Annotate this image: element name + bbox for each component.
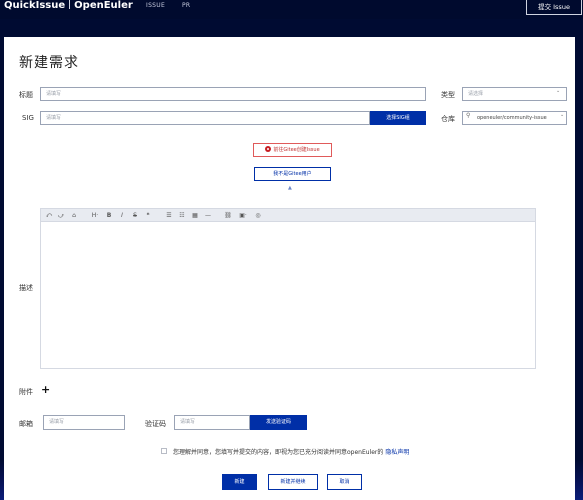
attachment-label: 附件 [19,388,33,396]
select-sig-button[interactable]: 选择SIG组 [370,111,426,125]
email-label: 邮箱 [19,420,33,428]
strikethrough-icon[interactable]: S [131,210,139,221]
table-icon[interactable]: ▦ [191,210,199,221]
create-and-continue-button[interactable]: 新建并继续 [268,474,318,490]
preview-icon[interactable]: ◎ [254,210,262,221]
ordered-list-icon[interactable]: ☷ [178,210,186,221]
brand-separator [69,0,71,9]
privacy-policy-link[interactable]: 隐私声明 [385,449,409,456]
redo-icon[interactable]: ⤻ [57,210,65,221]
horizontal-rule-icon[interactable]: — [204,210,212,221]
bold-icon[interactable]: B [105,210,113,221]
sig-label: SIG [22,114,34,122]
add-attachment-plus-icon[interactable]: + [41,384,50,395]
link-icon[interactable]: ⛓ [224,210,232,221]
create-button[interactable]: 新建 [222,474,257,490]
gitee-logo-icon [265,146,272,152]
image-icon[interactable]: ▣· [237,210,249,221]
email-input[interactable]: 请填写 [43,415,125,430]
type-label: 类型 [441,91,455,99]
repo-chevron-down-icon: ⌄ [560,112,565,118]
verification-code-label: 验证码 [145,420,166,428]
editor-toolbar: ⤺ ⤻ ⌂ H· B I S ❝ ☰ ☷ ▦ — ⛓ ▣· ◎ [41,209,535,222]
editor-content-area[interactable] [41,223,535,368]
agree-checkbox[interactable] [161,448,167,454]
send-code-button[interactable]: 发送验证码 [250,415,307,430]
brand-openeuler: OpenEuler [74,0,133,11]
nav-issue[interactable]: ISSUE [146,2,165,9]
sig-input[interactable]: 请填写 [40,111,370,125]
brand-logo[interactable]: QuickIssue OpenEuler [4,0,133,11]
top-navigation: QuickIssue OpenEuler ISSUE PR 提交 Issue [0,0,583,19]
gitee-create-issue-label: 前往Gitee创建Issue [273,147,320,153]
search-icon: ⚲ [466,112,471,119]
verification-code-input[interactable]: 请填写 [174,415,250,430]
chevron-up-icon[interactable]: ▲ [288,185,292,191]
title-input[interactable]: 请填写 [40,87,426,101]
repo-label: 仓库 [441,115,455,123]
type-chevron-down-icon: ⌄ [556,88,561,94]
heading-icon[interactable]: H· [89,210,101,221]
agreement-text: 您理解并同意，您填写并提交的内容，即视为您已充分阅读并同意openEuler的 … [173,447,409,456]
page-title: 新建需求 [19,55,79,71]
cancel-button[interactable]: 取消 [327,474,362,490]
description-editor: ⤺ ⤻ ⌂ H· B I S ❝ ☰ ☷ ▦ — ⛓ ▣· ◎ [40,208,536,369]
italic-icon[interactable]: I [118,210,126,221]
new-request-card: 新建需求 标题 请填写 类型 请选择 ⌄ SIG 请填写 选择SIG组 仓库 o… [4,37,575,500]
clear-format-icon[interactable]: ⌂ [70,210,78,221]
submit-issue-button[interactable]: 提交 Issue [526,0,582,15]
type-select-placeholder: 请选择 [468,91,484,97]
repo-select[interactable]: openeuler/community-issue [462,111,567,125]
gitee-create-issue-button[interactable]: 前往Gitee创建Issue [253,143,332,157]
brand-quickissue: QuickIssue [4,0,66,11]
repo-select-value: openeuler/community-issue [477,115,547,121]
description-label: 描述 [19,284,33,292]
unordered-list-icon[interactable]: ☰ [165,210,173,221]
title-label: 标题 [19,91,33,99]
type-select[interactable]: 请选择 [462,87,567,101]
not-gitee-user-button[interactable]: 我不是Gitee用户 [254,167,331,181]
agreement-statement: 您理解并同意，您填写并提交的内容，即视为您已充分阅读并同意openEuler的 [173,449,384,456]
quote-icon[interactable]: ❝ [144,210,152,221]
nav-pr[interactable]: PR [182,2,190,9]
undo-icon[interactable]: ⤺ [45,210,53,221]
